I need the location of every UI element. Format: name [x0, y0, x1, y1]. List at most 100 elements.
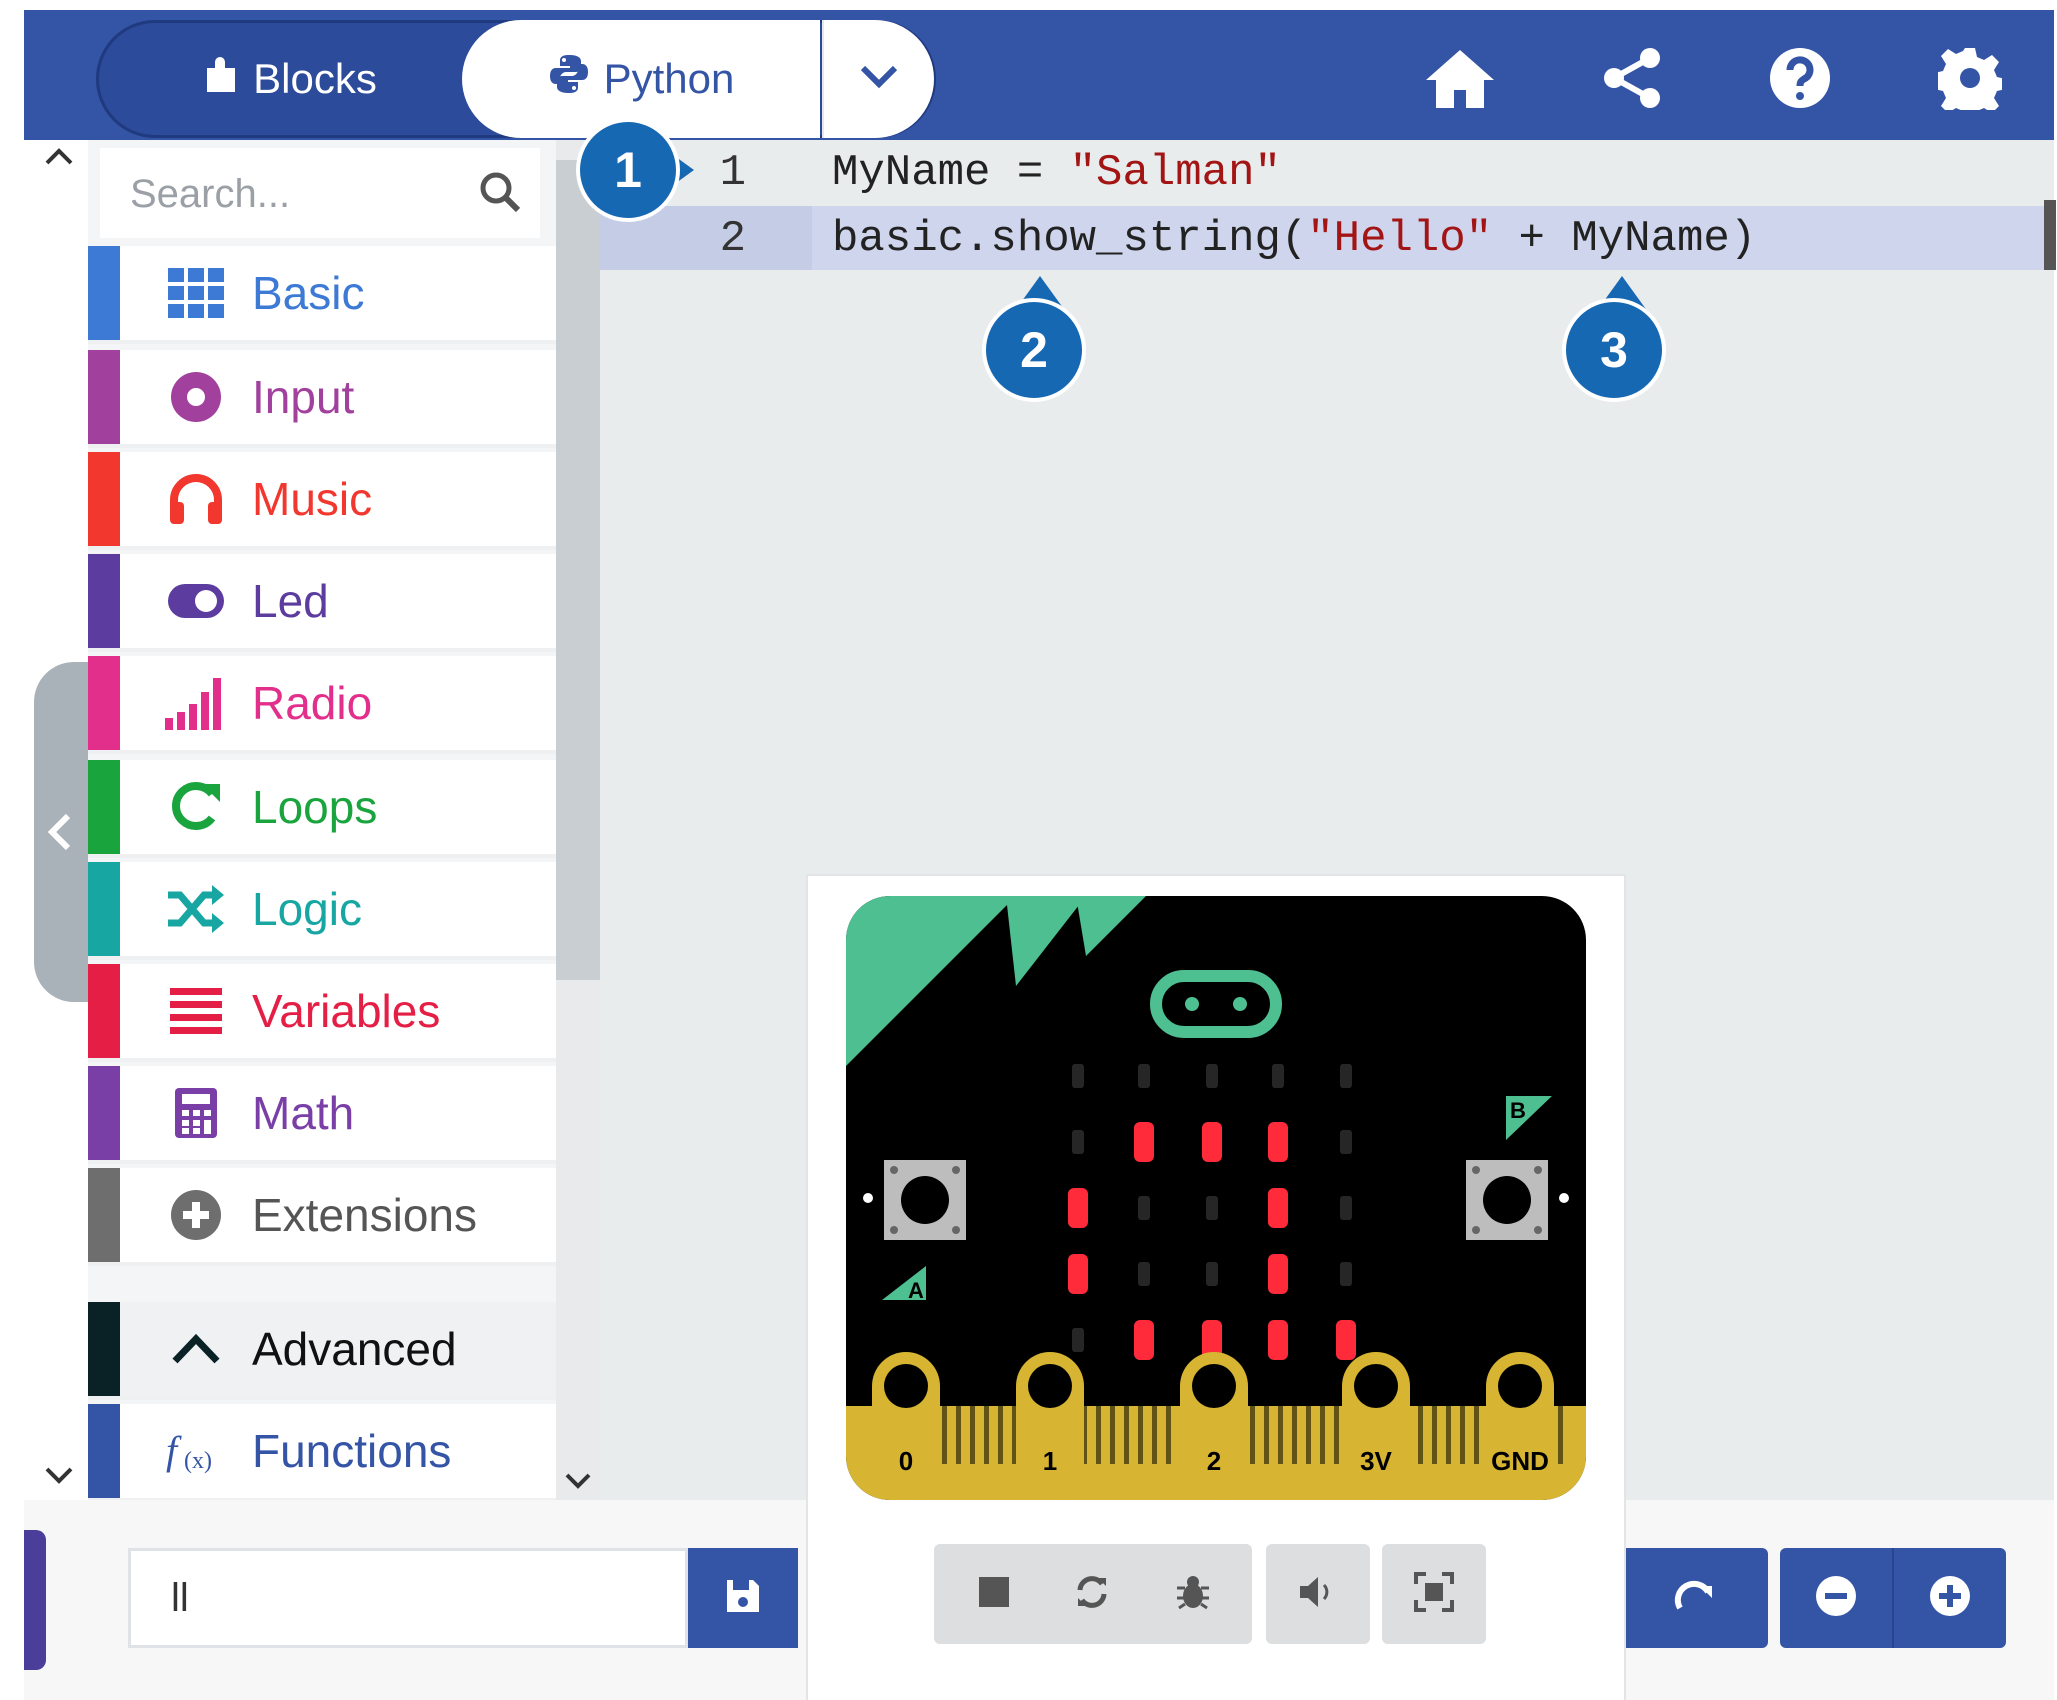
category-color-bar — [88, 1404, 120, 1498]
toggle-icon — [164, 582, 228, 620]
loop-arrow-icon — [164, 780, 228, 834]
led-off — [1072, 1130, 1084, 1154]
toolbox-category-math[interactable]: Math — [88, 1066, 556, 1164]
zoom-in-button[interactable] — [1892, 1548, 2006, 1648]
chevron-down-icon[interactable] — [564, 1472, 592, 1497]
toolbox-category-functions[interactable]: f (x) Functions — [88, 1404, 556, 1502]
search-icon[interactable] — [478, 170, 522, 219]
fullscreen-button[interactable] — [1382, 1544, 1486, 1644]
code-line-2[interactable]: basic.show_string("Hello" + MyName) — [832, 214, 1756, 264]
code-line-1[interactable]: MyName = "Salman" — [832, 148, 1281, 198]
pin-1[interactable]: 1 — [1016, 1352, 1084, 1500]
category-color-bar — [88, 452, 120, 546]
toolbox-category-extensions[interactable]: Extensions — [88, 1168, 556, 1266]
tab-blocks[interactable]: Blocks — [120, 20, 460, 138]
pin-hole — [1498, 1364, 1542, 1408]
input-circle-icon — [164, 370, 228, 424]
connector-tooth — [1334, 1404, 1339, 1464]
led-off — [1138, 1064, 1150, 1088]
restart-button[interactable] — [1048, 1544, 1136, 1644]
simulator-controls — [934, 1544, 1488, 1644]
pin-0[interactable]: 0 — [872, 1352, 940, 1500]
pin-label: 0 — [899, 1446, 913, 1476]
led-off — [1138, 1196, 1150, 1220]
category-label: Loops — [252, 781, 378, 833]
connector-tooth — [984, 1404, 989, 1464]
chevron-up-icon[interactable] — [44, 146, 74, 171]
pin-3v[interactable]: 3V — [1342, 1352, 1410, 1500]
toolbox-category-music[interactable]: Music — [88, 452, 556, 550]
chevron-down-icon — [859, 64, 899, 95]
button-a[interactable] — [884, 1160, 966, 1240]
chevron-down-icon[interactable] — [44, 1466, 74, 1491]
search-input[interactable] — [128, 158, 452, 230]
toolbox-category-led[interactable]: Led — [88, 554, 556, 652]
led-on — [1268, 1188, 1288, 1228]
category-label: Variables — [252, 985, 441, 1037]
toolbox-scroll-thumb[interactable] — [556, 160, 600, 980]
led-off — [1340, 1064, 1352, 1088]
code-text: + MyName) — [1492, 214, 1757, 264]
category-label: Advanced — [252, 1323, 457, 1375]
home-icon — [1424, 46, 1496, 115]
toolbox-category-input[interactable]: Input — [88, 350, 556, 448]
bug-icon — [1173, 1572, 1213, 1617]
pin-2[interactable]: 2 — [1180, 1352, 1248, 1500]
zoom-out-button[interactable] — [1780, 1548, 1892, 1648]
toolbox-category-advanced[interactable]: Advanced — [88, 1302, 556, 1400]
connector-tooth — [1250, 1404, 1255, 1464]
puzzle-icon — [203, 54, 239, 104]
toolbox-category-basic[interactable]: Basic — [88, 246, 556, 344]
callout-2: 2 — [982, 298, 1086, 402]
category-label: Functions — [252, 1425, 452, 1477]
stop-button[interactable] — [950, 1544, 1038, 1644]
settings-button[interactable] — [1930, 40, 2010, 120]
led-on — [1134, 1320, 1154, 1360]
zoom-out-icon — [1814, 1574, 1858, 1623]
pin-gnd[interactable]: GND — [1486, 1352, 1554, 1500]
led-on — [1134, 1122, 1154, 1162]
code-string: "Salman" — [1069, 148, 1281, 198]
toolbox-category-logic[interactable]: Logic — [88, 862, 556, 960]
connector-tooth — [1558, 1404, 1563, 1464]
connector-tooth — [1264, 1404, 1269, 1464]
save-button[interactable] — [688, 1548, 798, 1648]
pin-hole — [1354, 1364, 1398, 1408]
svg-text:f: f — [166, 1428, 182, 1473]
home-button[interactable] — [1420, 40, 1500, 120]
toolbox-category-loops[interactable]: Loops — [88, 760, 556, 858]
category-label: Music — [252, 473, 373, 525]
led-on — [1268, 1122, 1288, 1162]
connector-tooth — [1320, 1404, 1325, 1464]
download-button-edge[interactable] — [24, 1530, 46, 1670]
project-name-input[interactable] — [128, 1548, 688, 1648]
led-on — [1068, 1188, 1088, 1228]
chevron-left-icon — [46, 812, 72, 857]
svg-text:(x): (x) — [184, 1448, 212, 1474]
category-color-bar — [88, 246, 120, 340]
button-b[interactable] — [1466, 1160, 1548, 1240]
connector-tooth — [1292, 1404, 1297, 1464]
toolbox-category-variables[interactable]: Variables — [88, 964, 556, 1062]
category-label: Led — [252, 575, 329, 627]
code-text: MyName = — [832, 148, 1070, 198]
help-button[interactable] — [1760, 40, 1840, 120]
code-text: basic.show_string( — [832, 214, 1308, 264]
pin-hole — [884, 1364, 928, 1408]
redo-button[interactable] — [1624, 1548, 1768, 1648]
category-color-bar — [88, 760, 120, 854]
led-off — [1206, 1064, 1218, 1088]
connector-tooth — [1432, 1404, 1437, 1464]
led-on — [1336, 1320, 1356, 1360]
category-label: Input — [252, 371, 355, 423]
toolbox-category-radio[interactable]: Radio — [88, 656, 556, 754]
connector-tooth — [970, 1404, 975, 1464]
debug-button[interactable] — [1148, 1544, 1238, 1644]
connector-tooth — [1306, 1404, 1311, 1464]
microbit-board[interactable]: A B 0 1 2 3V GND — [846, 896, 1586, 1505]
share-button[interactable] — [1592, 40, 1672, 120]
button-b-label: B — [1510, 1098, 1526, 1123]
mute-button[interactable] — [1266, 1544, 1370, 1644]
category-label: Math — [252, 1087, 355, 1139]
led-on — [1202, 1122, 1222, 1162]
